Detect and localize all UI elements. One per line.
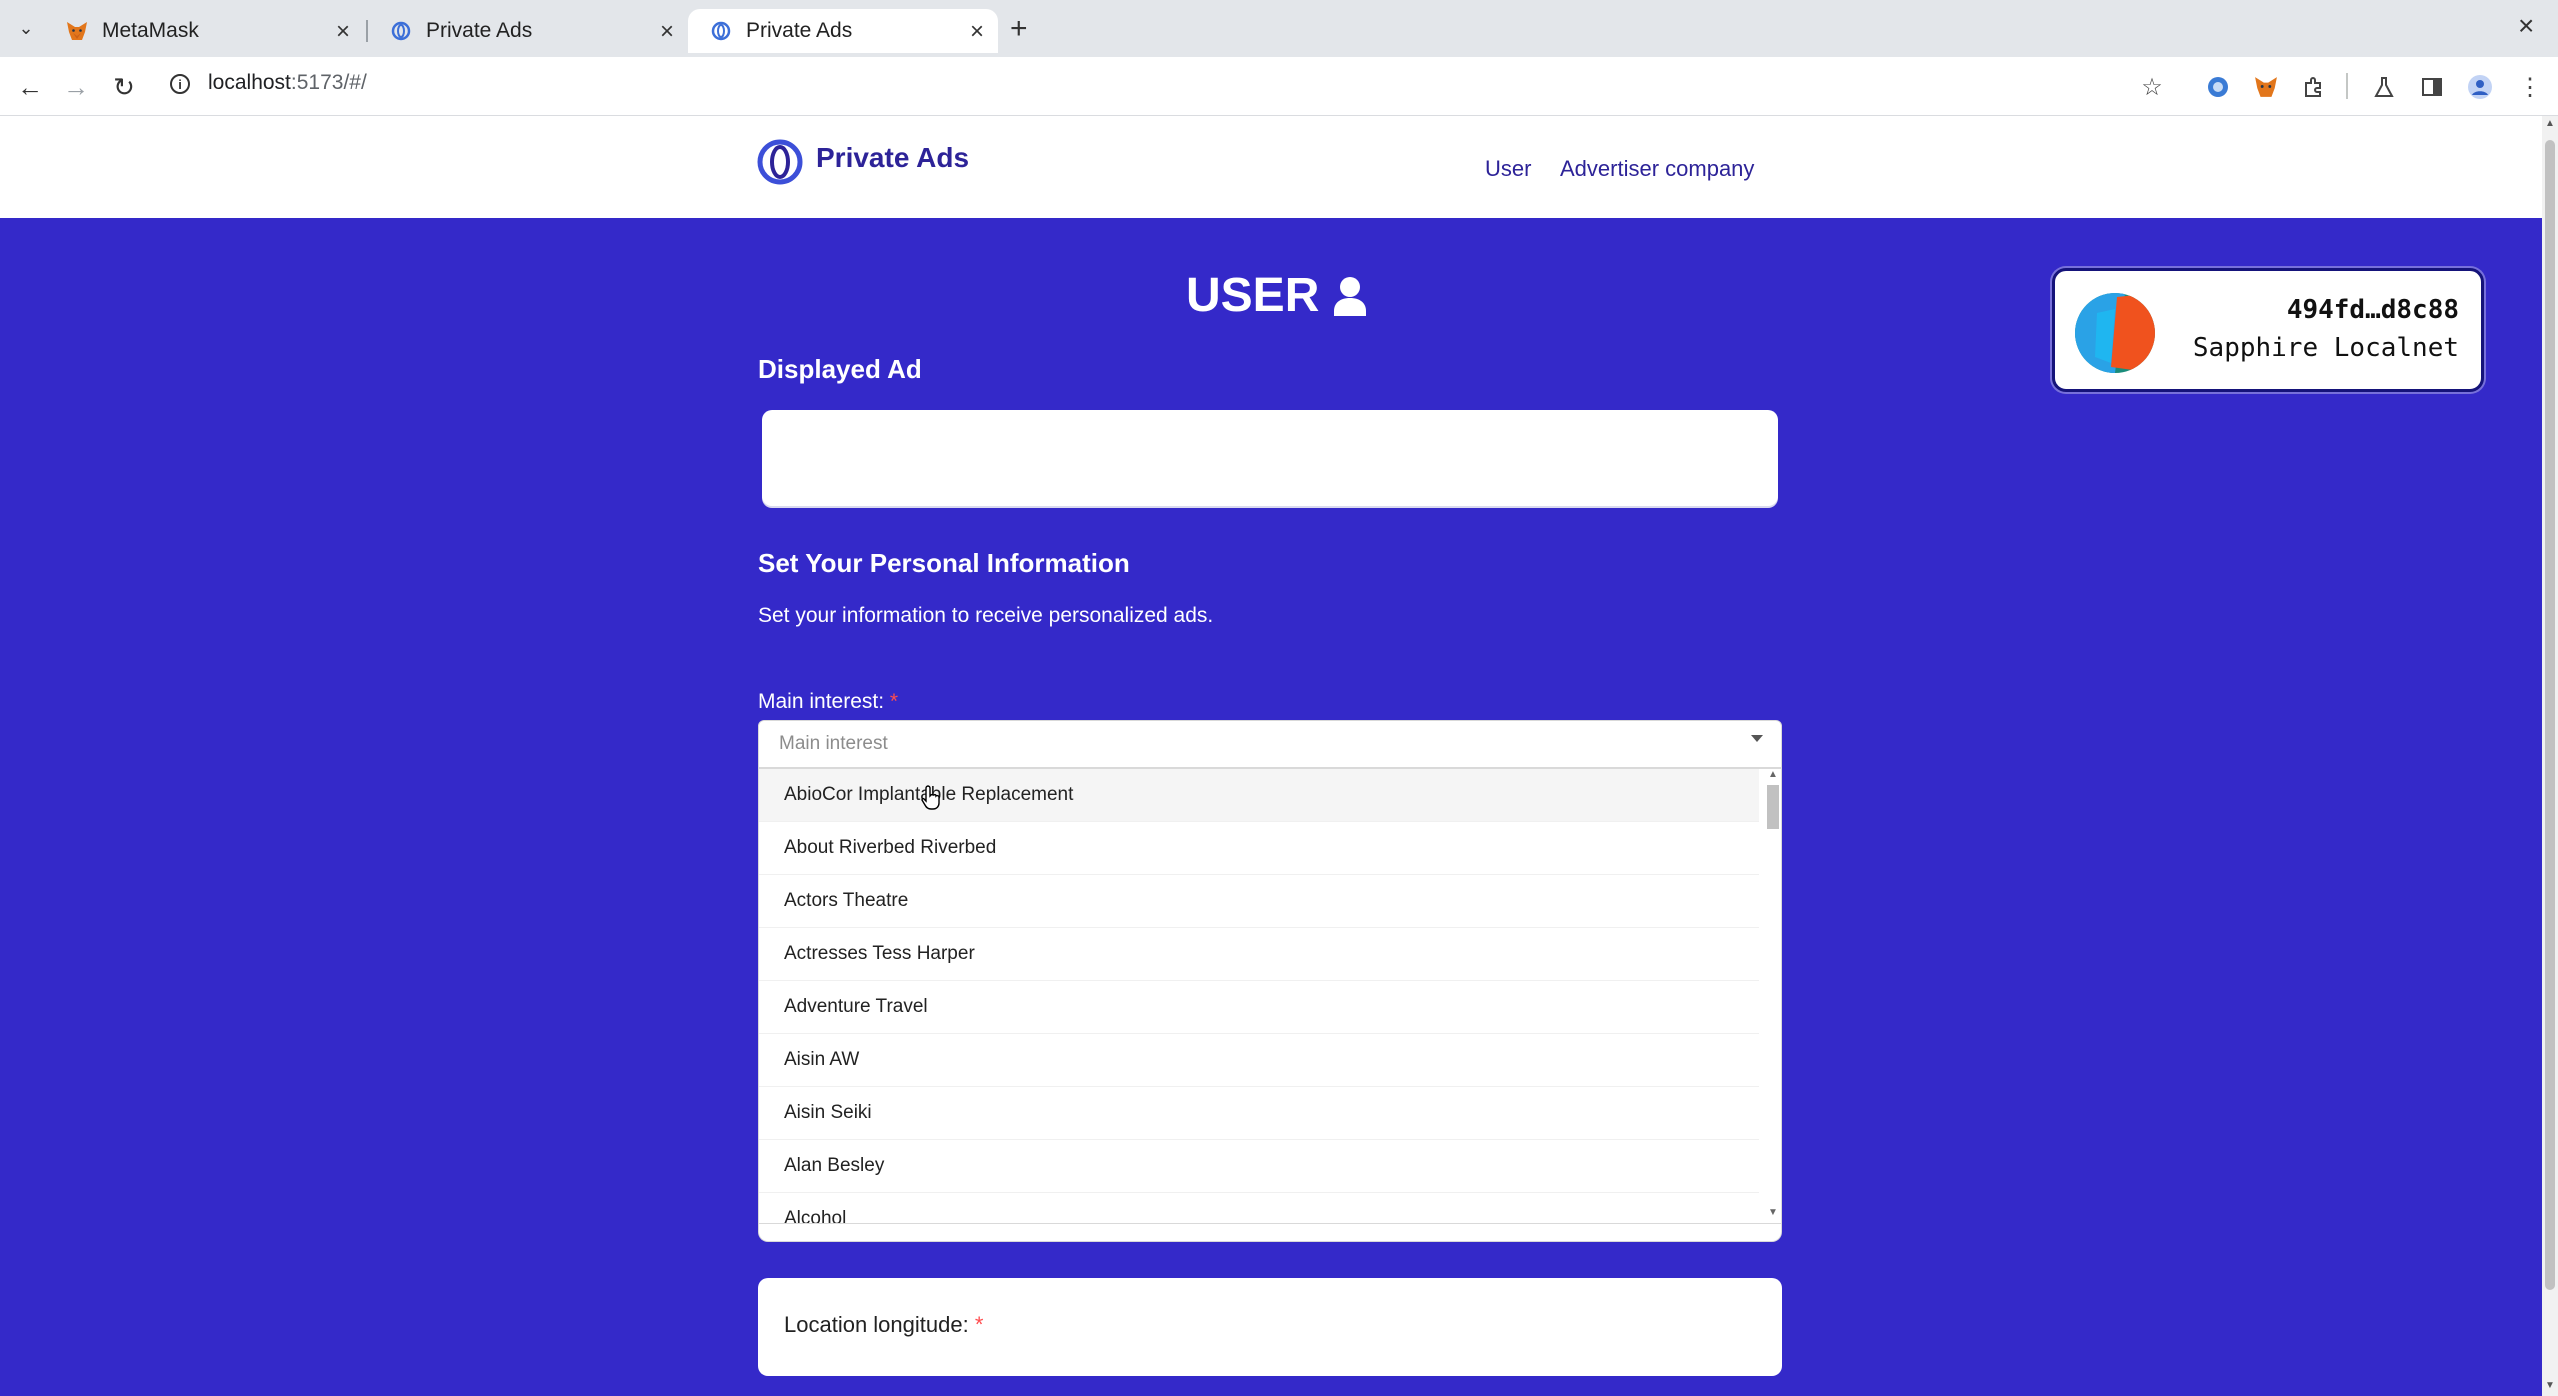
metamask-fox-icon [66,20,88,42]
displayed-ad-heading: Displayed Ad [758,354,922,384]
caret-down-icon [1751,735,1763,742]
tab-private-ads-1[interactable]: Private Ads × [368,9,688,53]
oasis-logo-icon [390,20,412,42]
location-longitude-label-text: Location longitude: [784,1312,969,1337]
scroll-up-arrow-icon[interactable]: ▲ [2545,118,2555,129]
dropdown-option[interactable]: Alan Besley [759,1140,1759,1193]
page-title-text: USER [1186,269,1320,322]
dropdown-option[interactable]: Aisin AW [759,1034,1759,1087]
dropdown-scrollbar[interactable]: ▲ ▼ [1763,769,1781,1223]
extension-globe-icon[interactable] [2202,71,2234,103]
required-mark: * [974,1312,984,1337]
nav-link-user[interactable]: User [1485,156,1531,182]
dropdown-option[interactable]: Adventure Travel [759,981,1759,1034]
browser-tab-strip: ⌄ MetaMask × Private Ads × Private Ads ×… [0,0,2558,57]
arrow-left-icon: ← [17,71,43,102]
labs-flask-icon[interactable] [2368,71,2400,103]
main-interest-label-text: Main interest: [758,690,885,713]
new-tab-button[interactable]: + [1010,12,1028,46]
browser-toolbar: ← → ↻ i localhost:5173/#/ ☆ ⋮ [0,57,2558,116]
dropdown-option[interactable]: AbioCor Implantable Replacement [759,769,1759,822]
reload-icon: ↻ [113,71,135,102]
metamask-extension-icon[interactable] [2250,71,2282,103]
nav-link-advertiser-company[interactable]: Advertiser company [1560,156,1754,182]
dropdown-options: AbioCor Implantable Replacement About Ri… [759,769,1759,1223]
displayed-ad-box [762,410,1778,506]
forward-button[interactable]: → [58,69,94,105]
url-path: :5173/#/ [290,71,367,94]
wallet-avatar [2075,293,2155,373]
tab-title: Private Ads [426,19,533,42]
site-info-icon[interactable]: i [170,74,190,94]
tab-title: MetaMask [102,19,199,42]
side-panel-icon[interactable] [2416,71,2448,103]
scroll-down-arrow-icon[interactable]: ▼ [1768,1207,1778,1218]
window-close-button[interactable]: × [2518,10,2534,42]
tab-title: Private Ads [746,19,853,42]
form-card-edge [758,1224,1782,1242]
wallet-address: 494fd…d8c88 [2286,295,2459,325]
location-longitude-label: Location longitude: * [784,1312,983,1338]
close-icon[interactable]: × [660,18,674,46]
user-icon [1334,276,1367,316]
page-title: USER [1186,268,1367,323]
browser-menu-icon[interactable]: ⋮ [2514,71,2546,103]
tab-search-button[interactable]: ⌄ [8,12,44,44]
close-icon[interactable]: × [336,18,350,46]
chevron-down-icon: ⌄ [18,17,34,38]
dropdown-option[interactable]: Actors Theatre [759,875,1759,928]
private-ads-logo-icon[interactable] [756,138,804,186]
personal-info-description: Set your information to receive personal… [758,604,1214,627]
close-icon: × [2518,10,2535,41]
dropdown-option[interactable]: Actresses Tess Harper [759,928,1759,981]
scroll-up-arrow-icon[interactable]: ▲ [1768,769,1778,780]
reload-button[interactable]: ↻ [106,69,142,105]
page-scrollbar[interactable]: ▲ ▼ [2542,116,2558,1396]
dropdown-scroll-thumb[interactable] [1767,785,1779,829]
main-interest-select[interactable]: Main interest [758,720,1782,768]
page-viewport: Private Ads User Advertiser company 494f… [0,116,2542,1396]
plus-icon: + [1010,12,1028,45]
hand-cursor-icon [921,785,940,810]
url-host: localhost [208,71,291,94]
close-icon[interactable]: × [970,18,984,46]
site-header: Private Ads User Advertiser company [0,116,2542,218]
toolbar-divider [2346,73,2348,99]
site-brand[interactable]: Private Ads [816,142,969,174]
wallet-account-card[interactable]: 494fd…d8c88 Sapphire Localnet [2052,268,2484,392]
wallet-network: Sapphire Localnet [2192,333,2459,363]
tab-metamask[interactable]: MetaMask × [44,9,364,53]
extensions-puzzle-icon[interactable] [2298,71,2330,103]
dropdown-option[interactable]: About Riverbed Riverbed [759,822,1759,875]
main-interest-dropdown: AbioCor Implantable Replacement About Ri… [758,768,1782,1224]
scroll-down-arrow-icon[interactable]: ▼ [2545,1380,2555,1391]
main-interest-label: Main interest: * [758,690,898,714]
required-mark: * [889,690,899,713]
arrow-right-icon: → [63,71,89,102]
location-longitude-card: Location longitude: * [758,1278,1782,1376]
page-scroll-thumb[interactable] [2545,140,2555,1290]
personal-info-heading: Set Your Personal Information [758,548,1130,578]
main-interest-placeholder: Main interest [779,733,888,754]
profile-avatar-icon[interactable] [2464,71,2496,103]
tab-private-ads-2[interactable]: Private Ads × [688,9,998,53]
dropdown-option[interactable]: Alcohol [759,1193,1759,1223]
oasis-logo-icon [710,20,732,42]
address-bar[interactable]: localhost:5173/#/ [208,71,367,95]
dropdown-option[interactable]: Aisin Seiki [759,1087,1759,1140]
bookmark-star-icon[interactable]: ☆ [2136,71,2168,103]
back-button[interactable]: ← [12,69,48,105]
